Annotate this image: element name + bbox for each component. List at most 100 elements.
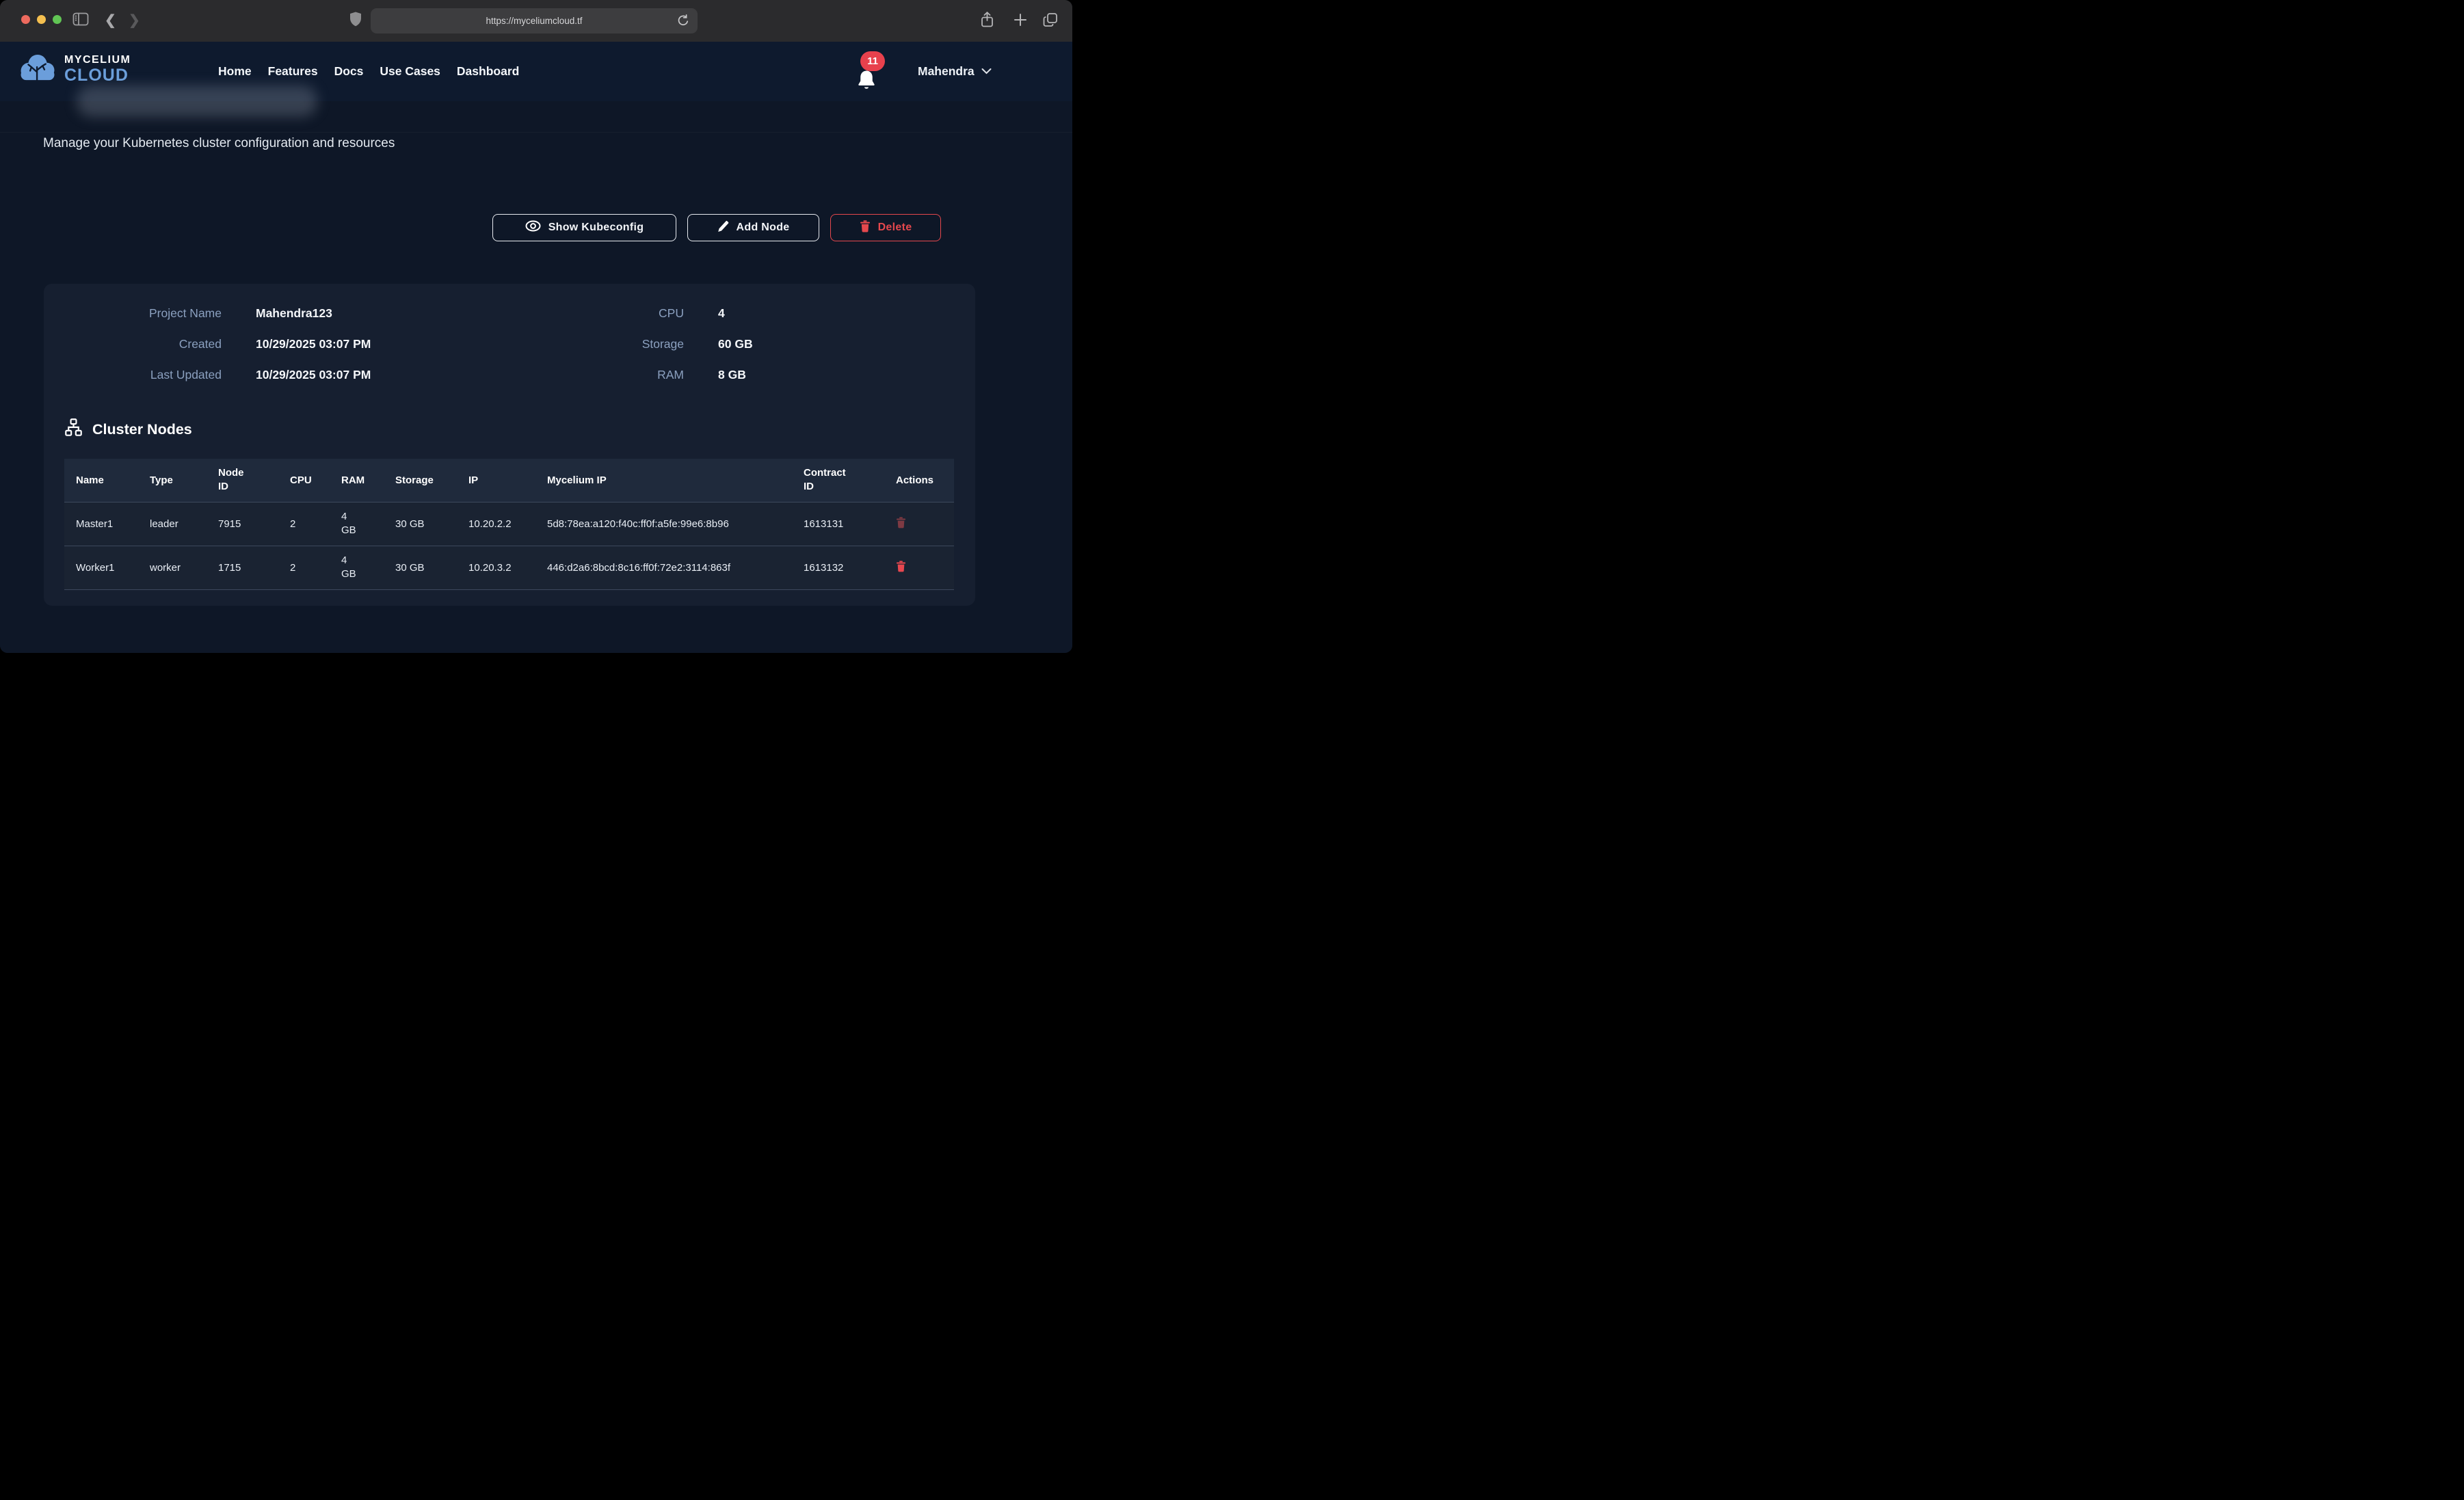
- redaction-blur: [77, 85, 317, 117]
- nav-item-features[interactable]: Features: [268, 64, 318, 79]
- cell-cpu: 2: [290, 562, 295, 574]
- close-window-button[interactable]: [21, 15, 30, 24]
- nav-item-dashboard[interactable]: Dashboard: [457, 64, 519, 79]
- eye-icon: [525, 220, 541, 235]
- detail-value: 60 GB: [718, 335, 753, 353]
- column-header-cell: Node ID: [207, 459, 278, 502]
- cell-mycelium_ip: 5d8:78ea:a120:f40c:ff0f:a5fe:99e6:8b96: [547, 517, 729, 531]
- detail-label: Storage: [522, 335, 684, 353]
- node-row-worker1: Worker1worker171524 GB30 GB10.20.3.2446:…: [64, 546, 954, 589]
- column-header-cpu: CPU: [290, 474, 312, 486]
- detail-label: RAM: [522, 366, 684, 384]
- user-menu[interactable]: Mahendra: [918, 42, 992, 101]
- delete-label: Delete: [878, 222, 912, 234]
- cell-ip: 10.20.3.2: [468, 562, 512, 574]
- column-header-cell: Type: [138, 459, 207, 502]
- table-header-row: NameTypeNode ID CPU RAM Storage IP Mycelium I…: [64, 459, 954, 502]
- column-header-ram: RAM: [341, 474, 365, 486]
- node-row-master1: Master1leader791524 GB30 GB10.20.2.25d8:…: [64, 502, 954, 546]
- cell-name: Master1: [64, 502, 138, 546]
- cell-type: leader: [150, 518, 178, 530]
- detail-value: 8 GB: [718, 366, 753, 384]
- column-header-cell: IP: [457, 459, 535, 502]
- cell-ram: 4 GB: [341, 510, 362, 537]
- page-subtitle: Manage your Kubernetes cluster configura…: [43, 136, 395, 151]
- detail-value: 4: [718, 304, 753, 323]
- column-header-cell: CPU: [278, 459, 330, 502]
- cell-mycelium_ip: 446:d2a6:8bcd:8c16:ff0f:72e2:3114:863f: [547, 561, 730, 575]
- show-kubeconfig-label: Show Kubeconfig: [548, 222, 644, 234]
- column-header-cell: Mycelium IP: [535, 459, 792, 502]
- column-header-cell: Storage: [384, 459, 457, 502]
- add-node-button[interactable]: Add Node: [687, 214, 819, 241]
- chevron-down-icon: [981, 66, 992, 78]
- cell-type: worker: [150, 562, 181, 574]
- cell-contract_id: 1613132: [804, 562, 843, 574]
- browser-chrome: ❮ ❯ https://myceliumcloud.tf: [0, 0, 1072, 42]
- trash-icon: [896, 561, 906, 572]
- pencil-icon: [717, 220, 729, 236]
- column-header-storage: Storage: [395, 474, 434, 486]
- brand-text: MYCELIUM CLOUD: [64, 55, 131, 84]
- column-header-ip: IP: [468, 474, 478, 486]
- detail-value: Mahendra123: [256, 304, 371, 323]
- delete-node-button[interactable]: [896, 517, 906, 528]
- new-tab-icon[interactable]: [1014, 13, 1027, 30]
- details-right: CPU 4 Storage 60 GB RAM 8 GB: [522, 304, 753, 384]
- cell-cpu: 2: [278, 502, 330, 546]
- network-nodes-icon: [64, 418, 83, 440]
- sidebar-toggle-icon[interactable]: [72, 12, 89, 29]
- cell-ip: 10.20.3.2: [457, 546, 535, 589]
- cluster-nodes-title: Cluster Nodes: [92, 421, 192, 438]
- cell-node_id: 1715: [218, 562, 241, 574]
- back-button[interactable]: ❮: [105, 12, 116, 29]
- detail-value: 10/29/2025 03:07 PM: [256, 366, 371, 384]
- forward-button[interactable]: ❯: [129, 12, 140, 29]
- nav-item-docs[interactable]: Docs: [334, 64, 364, 79]
- detail-label: CPU: [522, 304, 684, 323]
- browser-window: ❮ ❯ https://myceliumcloud.tf: [0, 0, 1072, 653]
- column-header-cell: Contract ID: [792, 459, 884, 502]
- detail-label: Last Updated: [64, 366, 222, 384]
- reload-icon[interactable]: [676, 14, 690, 31]
- minimize-window-button[interactable]: [37, 15, 46, 24]
- nav-item-use-cases[interactable]: Use Cases: [380, 64, 440, 79]
- privacy-shield-icon[interactable]: [349, 12, 362, 30]
- notification-badge: 11: [860, 51, 885, 71]
- table-body: Master1 leader 7915 2 4 GB 30 GB 10.20.2.2 5d8:…: [64, 502, 954, 589]
- cell-actions: [884, 502, 954, 546]
- nav-item-home[interactable]: Home: [218, 64, 252, 79]
- cell-cpu: 2: [290, 518, 295, 530]
- cell-node_id: 7915: [207, 502, 278, 546]
- add-node-label: Add Node: [737, 222, 790, 234]
- cell-contract_id: 1613131: [804, 518, 843, 530]
- delete-node-button[interactable]: [896, 561, 906, 572]
- show-kubeconfig-button[interactable]: Show Kubeconfig: [492, 214, 676, 241]
- notifications-button[interactable]: 11: [856, 51, 888, 92]
- cell-ip: 10.20.2.2: [457, 502, 535, 546]
- delete-cluster-button[interactable]: Delete: [830, 214, 941, 241]
- cell-actions: [884, 546, 954, 589]
- brand-logo[interactable]: MYCELIUM CLOUD: [18, 52, 131, 87]
- share-icon[interactable]: [981, 12, 994, 31]
- cell-contract_id: 1613132: [792, 546, 884, 589]
- cell-ip: 10.20.2.2: [468, 518, 512, 530]
- column-header-cell: Name: [64, 459, 138, 502]
- cell-node_id: 1715: [207, 546, 278, 589]
- cell-storage: 30 GB: [384, 546, 457, 589]
- tab-overview-icon[interactable]: [1042, 12, 1059, 31]
- address-bar[interactable]: https://myceliumcloud.tf: [371, 8, 698, 34]
- cell-storage: 30 GB: [395, 562, 425, 574]
- zoom-window-button[interactable]: [53, 15, 62, 24]
- detail-label: Created: [64, 335, 222, 353]
- cell-node_id: 7915: [218, 518, 241, 530]
- trash-icon: [896, 517, 906, 528]
- cell-contract_id: 1613131: [792, 502, 884, 546]
- page-viewport: Mahendra123: [0, 42, 1072, 653]
- user-name: Mahendra: [918, 64, 975, 79]
- column-header-actions: Actions: [896, 474, 933, 486]
- cell-cpu: 2: [278, 546, 330, 589]
- cell-ram: 4 GB: [341, 554, 362, 581]
- cell-name: Master1: [76, 518, 113, 530]
- header-divider: [0, 132, 1072, 133]
